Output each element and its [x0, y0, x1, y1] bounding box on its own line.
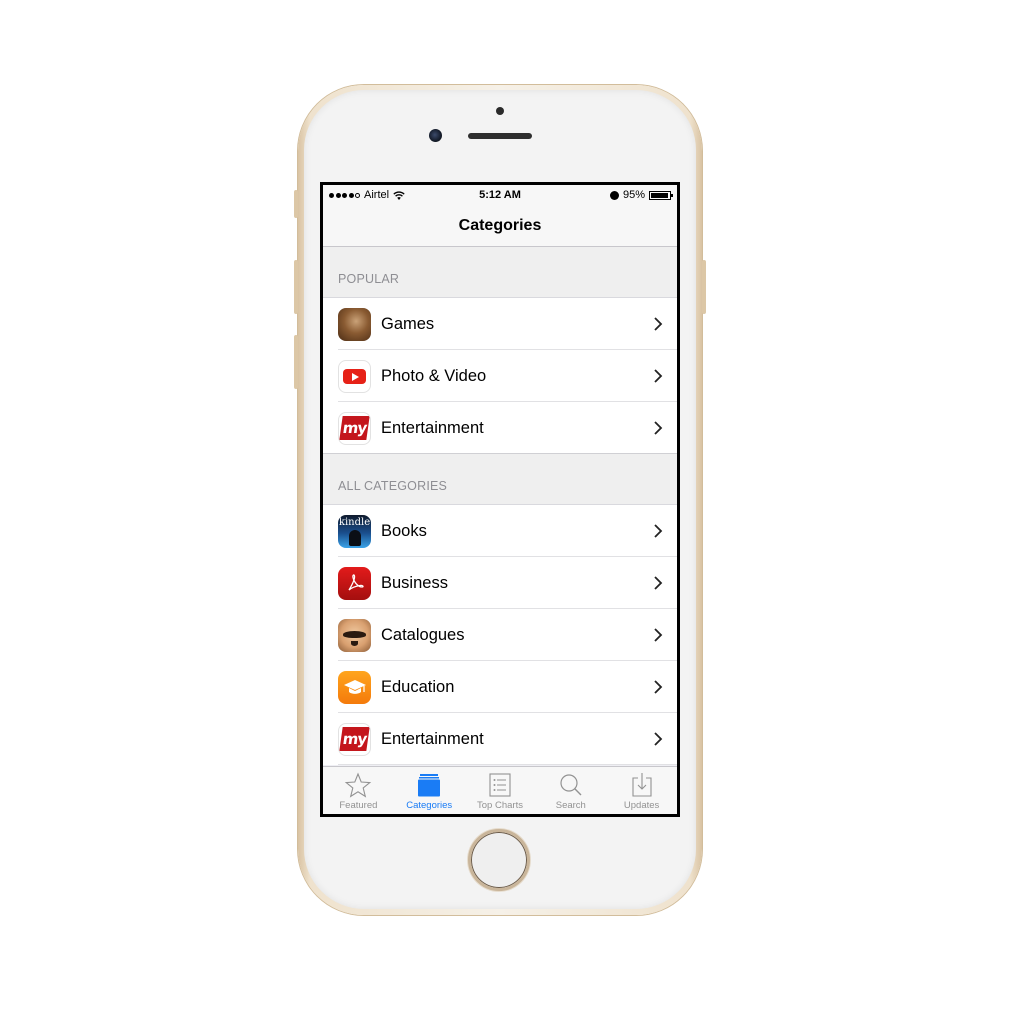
list-icon	[489, 773, 511, 797]
list-item-books[interactable]: kindle Books	[323, 505, 677, 557]
search-icon	[560, 774, 582, 796]
proximity-sensor	[496, 107, 504, 115]
list-item-label: Business	[381, 573, 448, 592]
list-item-entertainment[interactable]: my Entertainment	[323, 402, 677, 454]
battery-percent: 95%	[622, 189, 645, 201]
chevron-right-icon	[654, 576, 663, 590]
chevron-right-icon	[654, 524, 663, 538]
volume-up-button	[294, 260, 298, 314]
alarm-icon	[609, 190, 619, 200]
tab-label: Updates	[623, 800, 660, 811]
chevron-right-icon	[654, 732, 663, 746]
volume-down-button	[294, 335, 298, 389]
section-header-all-categories: ALL CATEGORIES	[323, 454, 677, 505]
list-item-entertainment-all[interactable]: my Entertainment	[323, 713, 677, 765]
chevron-right-icon	[654, 680, 663, 694]
bookmyshow-app-icon: my	[338, 722, 371, 756]
tab-label: Categories	[406, 800, 453, 811]
tab-label: Featured	[339, 800, 378, 811]
education-app-icon	[338, 670, 371, 704]
download-icon	[632, 773, 652, 797]
earpiece-speaker	[468, 133, 532, 139]
power-button	[702, 260, 706, 314]
list-item-label: Books	[381, 521, 427, 540]
list-item-label: Entertainment	[381, 729, 484, 748]
section-header-label: POPULAR	[338, 272, 400, 286]
tab-label: Search	[555, 800, 586, 811]
tab-label: Top Charts	[477, 800, 523, 811]
section-header-popular: POPULAR	[323, 247, 677, 298]
page-title: Categories	[458, 217, 542, 234]
list-item-games[interactable]: Games	[323, 298, 677, 350]
youtube-app-icon	[338, 359, 371, 393]
tab-featured[interactable]: Featured	[323, 767, 394, 814]
tab-updates[interactable]: Updates	[606, 767, 677, 814]
tab-categories[interactable]: Categories	[394, 767, 465, 814]
tab-top-charts[interactable]: Top Charts	[465, 767, 536, 814]
list-item-photo-video[interactable]: Photo & Video	[323, 350, 677, 402]
bookmyshow-app-icon: my	[338, 411, 371, 445]
battery-icon	[649, 190, 673, 200]
mute-switch	[294, 190, 298, 218]
list-item-business[interactable]: Business	[323, 557, 677, 609]
home-button[interactable]	[468, 829, 530, 891]
tab-search[interactable]: Search	[535, 767, 606, 814]
chevron-right-icon	[654, 421, 663, 435]
list-item-label: Photo & Video	[381, 366, 487, 385]
chevron-right-icon	[654, 628, 663, 642]
list-item-education[interactable]: Education	[323, 661, 677, 713]
chevron-right-icon	[654, 369, 663, 383]
navigation-bar: Categories	[323, 205, 677, 247]
chevron-right-icon	[654, 317, 663, 331]
kindle-app-icon: kindle	[338, 514, 371, 548]
list-item-label: Catalogues	[381, 625, 465, 644]
star-icon	[345, 772, 372, 798]
status-bar: Airtel 5:12 AM 95%	[323, 185, 677, 205]
categories-list[interactable]: POPULAR Games Photo & Video my Entertain…	[323, 247, 677, 767]
section-header-label: ALL CATEGORIES	[338, 479, 448, 493]
list-item-label: Entertainment	[381, 418, 484, 437]
games-app-icon	[338, 307, 371, 341]
front-camera	[429, 129, 442, 142]
battery-level-fill	[651, 192, 669, 198]
phone-screen: Airtel 5:12 AM 95% Categories POPULAR Ga…	[320, 182, 680, 817]
catalogues-app-icon	[338, 618, 371, 652]
list-item-label: Education	[381, 677, 455, 696]
categories-icon	[418, 774, 441, 797]
tab-bar: Featured Categories Top Charts Search Up…	[323, 766, 677, 814]
adobe-acrobat-app-icon	[338, 566, 371, 600]
list-item-label: Games	[381, 314, 435, 333]
list-item-catalogues[interactable]: Catalogues	[323, 609, 677, 661]
